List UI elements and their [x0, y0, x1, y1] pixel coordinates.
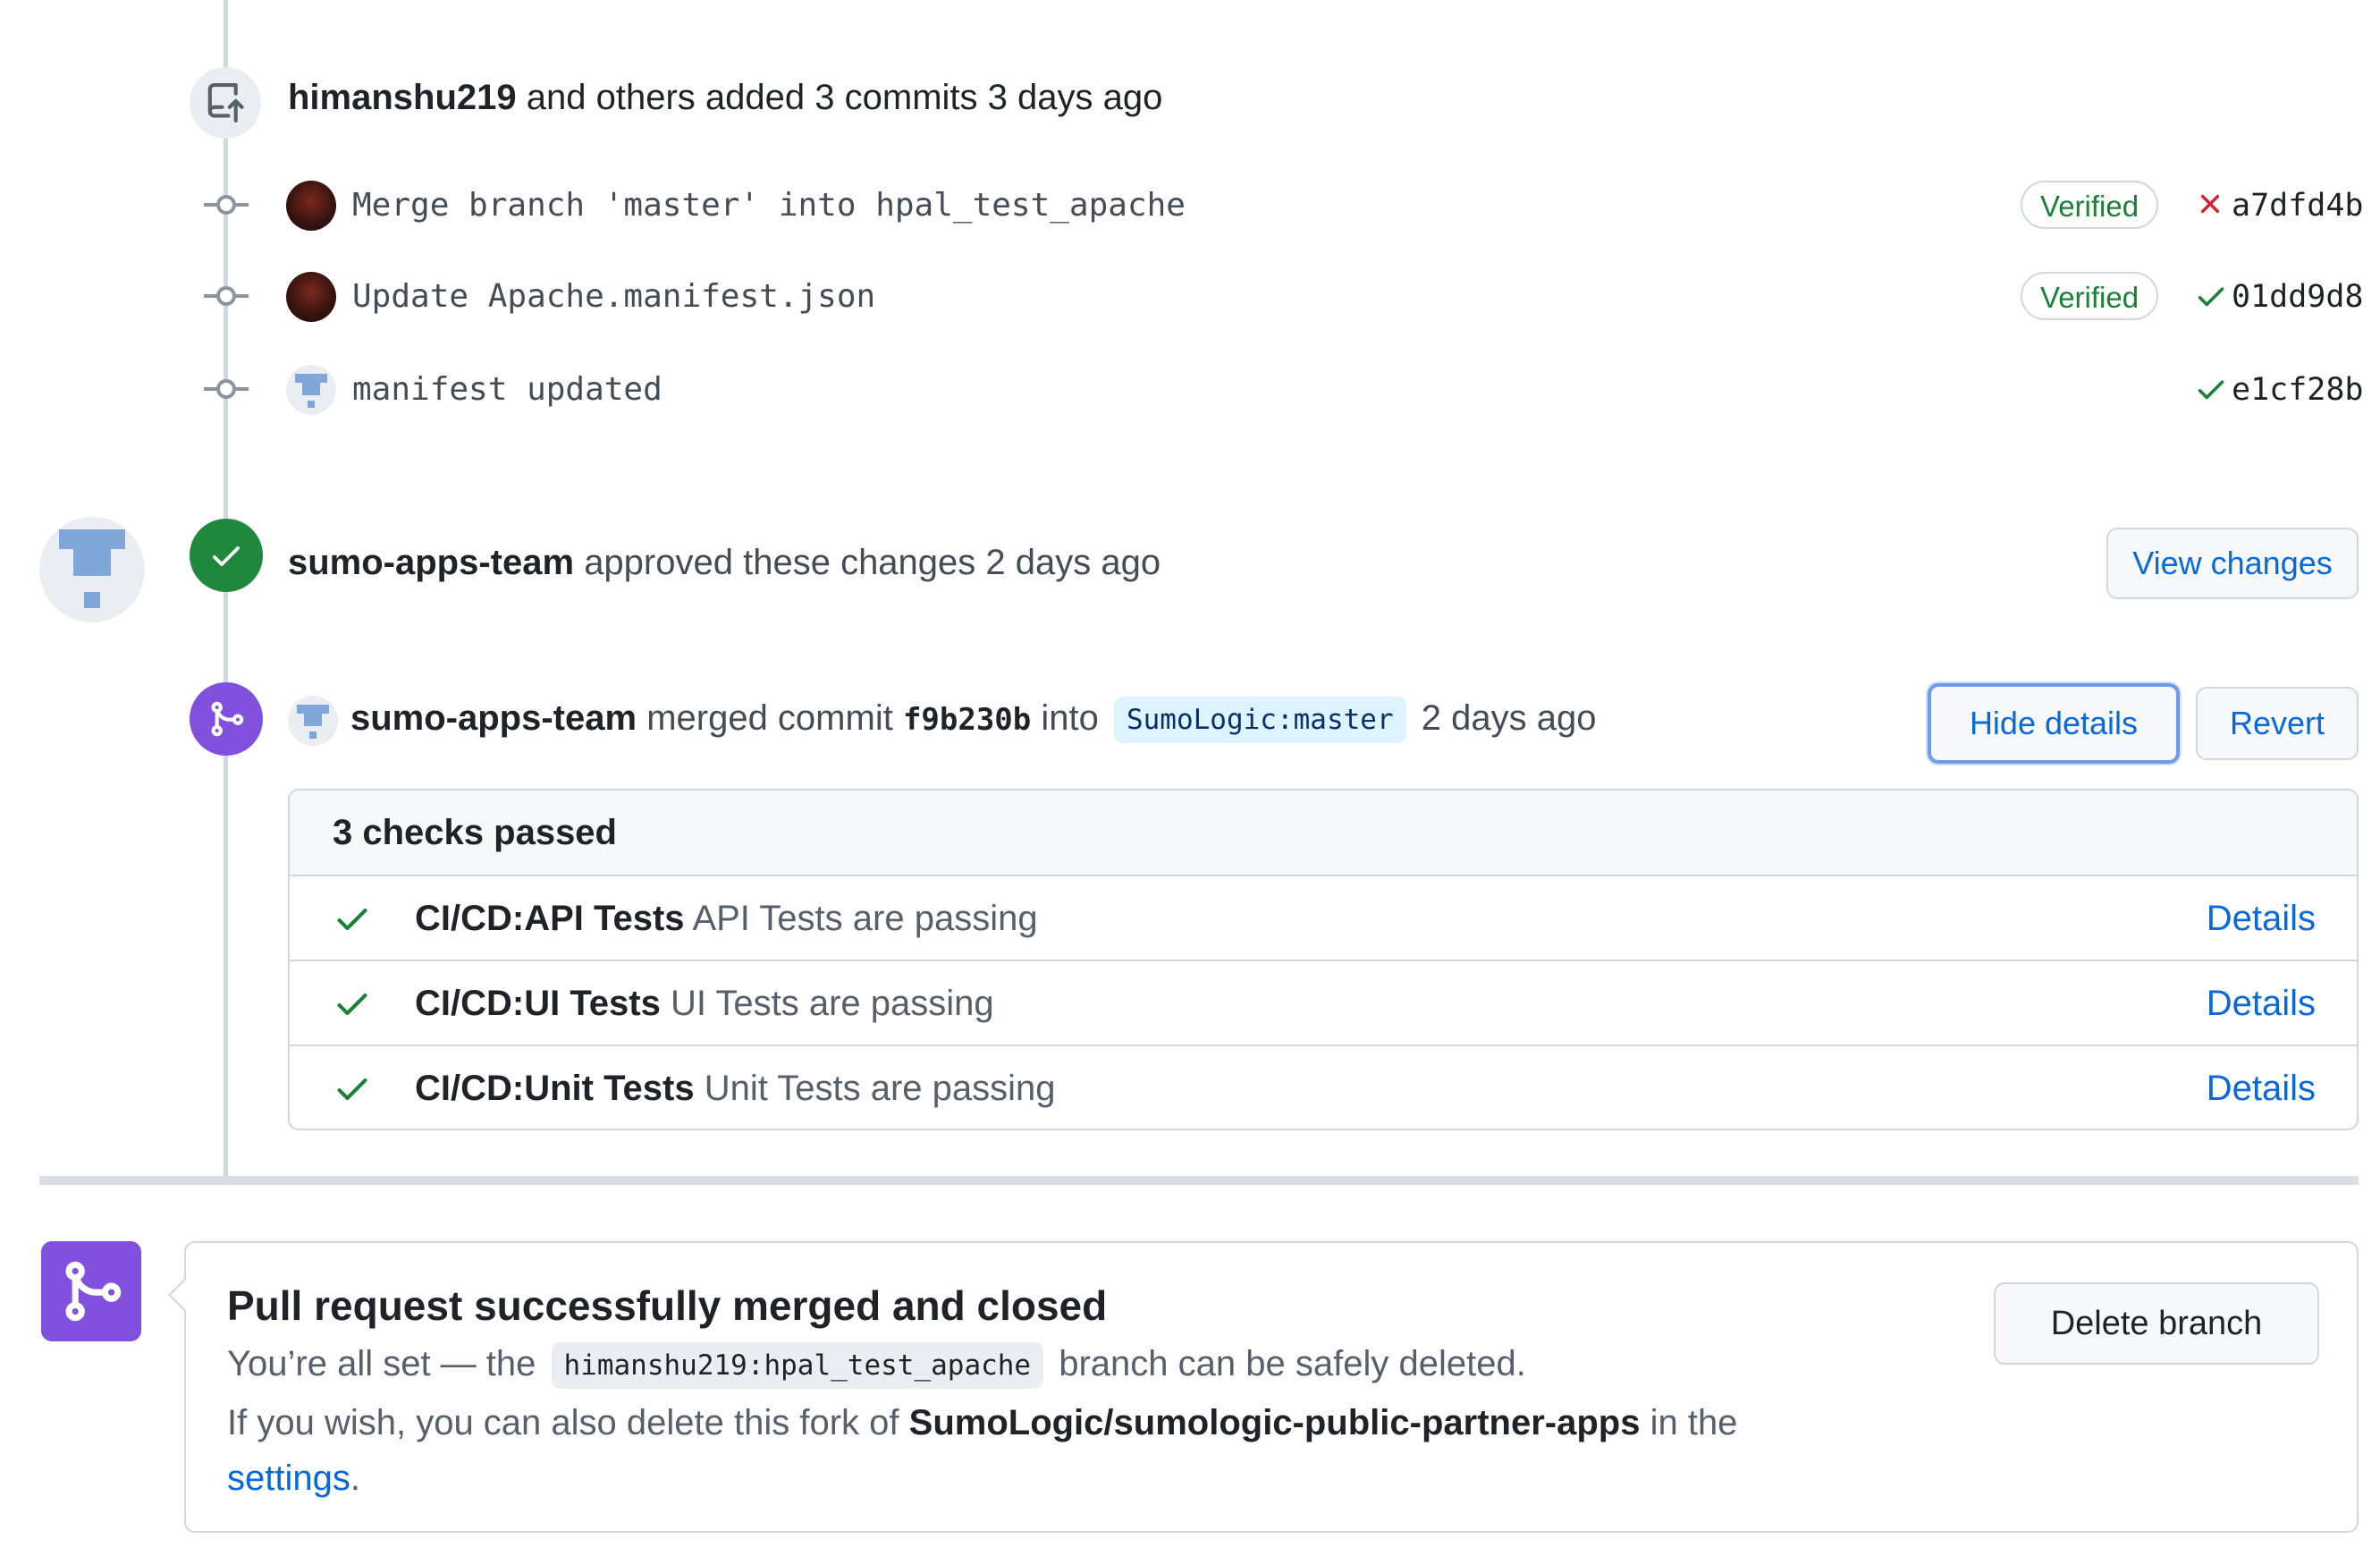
check-name: CI/CD:Unit Tests [415, 1069, 695, 1108]
check-label: CI/CD:UI Tests UI Tests are passing [415, 981, 994, 1026]
check-description: API Tests are passing [692, 899, 1038, 938]
delete-branch-button[interactable]: Delete branch [1994, 1282, 2319, 1365]
commits-author-link[interactable]: himanshu219 [288, 78, 517, 117]
merged-line1-suffix: branch can be safely deleted. [1059, 1344, 1526, 1383]
into-text: into [1041, 698, 1099, 738]
avatar[interactable] [286, 365, 336, 415]
approval-text: approved these changes 2 days ago [584, 543, 1161, 582]
merge-time: 2 days ago [1421, 698, 1597, 738]
check-description: Unit Tests are passing [704, 1069, 1056, 1108]
fork-repo-name: SumoLogic/sumologic-public-partner-apps [908, 1403, 1641, 1442]
avatar[interactable] [286, 272, 336, 322]
merged-branch-line: You’re all set — the himanshu219:hpal_te… [227, 1340, 1526, 1390]
merged-line2-prefix: If you wish, you can also delete this fo… [227, 1403, 899, 1442]
check-description: UI Tests are passing [670, 984, 994, 1023]
target-branch-tag[interactable]: SumoLogic:master [1113, 697, 1406, 744]
check-label: CI/CD:Unit Tests Unit Tests are passing [415, 1066, 1056, 1111]
box-pointer-inner [171, 1279, 187, 1311]
view-changes-button[interactable]: View changes [2106, 528, 2359, 599]
merged-commit-text: merged commit [646, 698, 893, 738]
reviewer-avatar[interactable] [39, 517, 145, 622]
check-details-link[interactable]: Details [2207, 981, 2316, 1026]
git-commit-icon [204, 379, 249, 399]
check-icon [337, 994, 367, 1016]
git-commit-icon [204, 286, 249, 306]
merge-commit-sha-link[interactable]: f9b230b [903, 702, 1031, 738]
git-merge-icon [41, 1241, 141, 1341]
check-icon[interactable] [2194, 275, 2230, 315]
timeline-line-top [224, 0, 228, 67]
hide-details-button[interactable]: Hide details [1928, 683, 2180, 764]
verified-badge[interactable]: Verified [2021, 181, 2159, 229]
merger-link[interactable]: sumo-apps-team [350, 698, 637, 738]
check-name: CI/CD:API Tests [415, 899, 685, 938]
head-branch-tag[interactable]: himanshu219:hpal_test_apache [551, 1342, 1044, 1390]
merged-line2-suffix: in the [1650, 1403, 1738, 1442]
check-row: CI/CD:UI Tests UI Tests are passing Deta… [290, 961, 2357, 1046]
check-icon[interactable] [2194, 368, 2230, 408]
commit-sha-link[interactable]: 01dd9d8 [2232, 277, 2364, 317]
check-details-link[interactable]: Details [2207, 1066, 2316, 1111]
avatar[interactable] [286, 181, 336, 231]
commits-header-text: and others added 3 commits 3 days ago [526, 78, 1163, 117]
x-icon[interactable] [2194, 184, 2230, 224]
merge-event: sumo-apps-team merged commit f9b230b int… [350, 696, 1597, 744]
commit-message-link[interactable]: Update Apache.manifest.json [352, 277, 875, 317]
check-row: CI/CD:Unit Tests Unit Tests are passing … [290, 1046, 2357, 1129]
merged-status-box: Pull request successfully merged and clo… [184, 1241, 2359, 1533]
reviewer-link[interactable]: sumo-apps-team [288, 543, 574, 582]
merged-fork-line: If you wish, you can also delete this fo… [227, 1399, 1737, 1447]
settings-link[interactable]: settings [227, 1459, 350, 1498]
checks-panel: 3 checks passed CI/CD:API Tests API Test… [288, 789, 2359, 1130]
commit-row: manifest updated e1cf28b [204, 358, 2364, 420]
commit-row: Merge branch 'master' into hpal_test_apa… [204, 173, 2364, 236]
commits-header: himanshu219 and others added 3 commits 3… [288, 75, 1162, 120]
commit-row: Update Apache.manifest.json Verified 01d… [204, 265, 2364, 327]
git-commit-icon [204, 195, 249, 215]
commit-message-link[interactable]: manifest updated [352, 370, 663, 410]
check-icon [337, 1078, 367, 1101]
approval-event: sumo-apps-team approved these changes 2 … [288, 540, 1160, 585]
verified-badge[interactable]: Verified [2021, 272, 2159, 320]
check-name: CI/CD:UI Tests [415, 984, 661, 1023]
check-details-link[interactable]: Details [2207, 896, 2316, 941]
avatar[interactable] [288, 696, 338, 746]
timeline-divider [39, 1176, 2359, 1185]
merged-settings-line: settings. [227, 1454, 360, 1502]
check-circle-icon [190, 519, 263, 592]
merged-title: Pull request successfully merged and clo… [227, 1282, 1108, 1329]
merged-line1-prefix: You’re all set — the [227, 1344, 536, 1383]
commit-message-link[interactable]: Merge branch 'master' into hpal_test_apa… [352, 186, 1186, 225]
git-merge-icon [190, 682, 263, 756]
check-icon [337, 909, 367, 931]
commit-sha-link[interactable]: e1cf28b [2232, 370, 2364, 410]
revert-button[interactable]: Revert [2196, 687, 2359, 760]
merged-line3-suffix: . [350, 1459, 360, 1498]
check-row: CI/CD:API Tests API Tests are passing De… [290, 876, 2357, 961]
checks-summary: 3 checks passed [290, 791, 2357, 876]
repo-push-icon [190, 67, 261, 139]
commit-sha-link[interactable]: a7dfd4b [2232, 186, 2364, 225]
timeline-line-bottom [224, 756, 228, 1176]
check-label: CI/CD:API Tests API Tests are passing [415, 896, 1038, 941]
timeline-line-mid [224, 592, 228, 682]
